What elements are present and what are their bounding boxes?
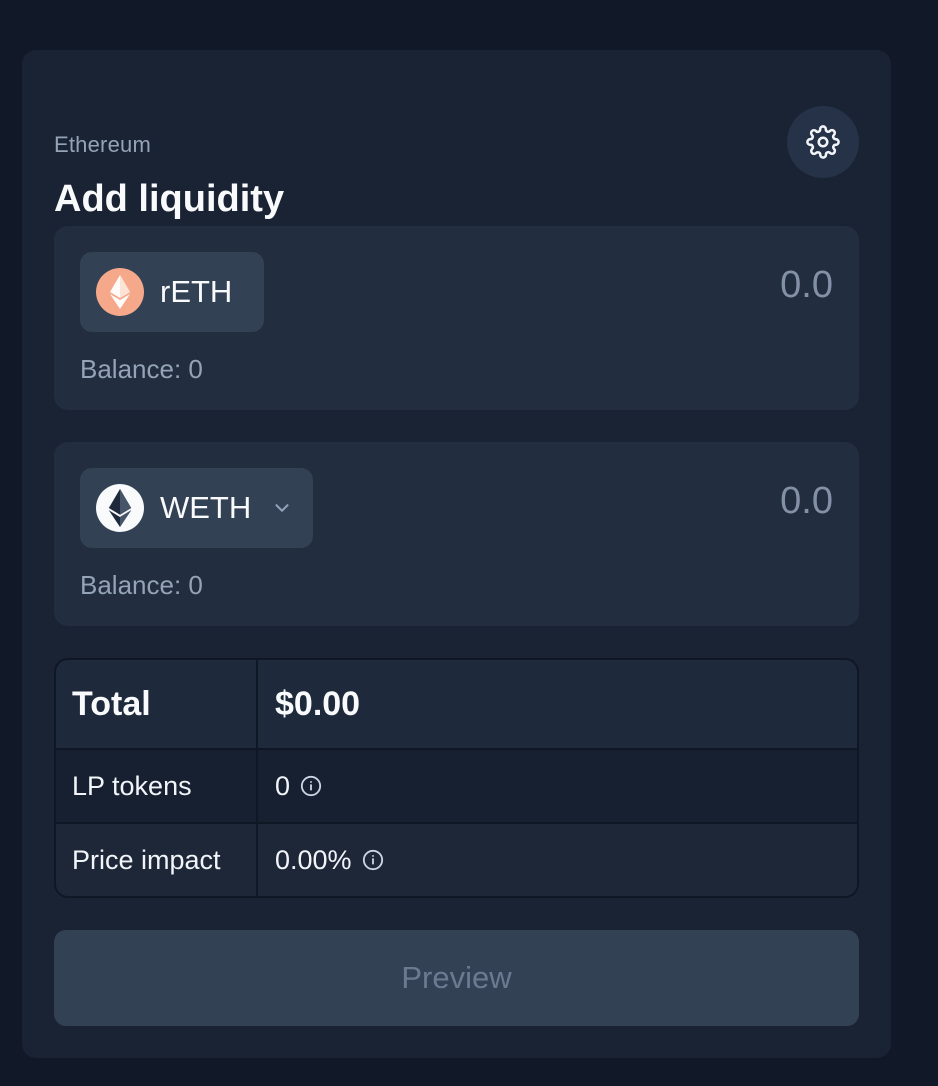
weth-token-icon xyxy=(96,484,144,532)
price-impact-label: Price impact xyxy=(56,824,258,896)
balance-label: Balance: 0 xyxy=(80,570,203,600)
token-input-weth: WETH Balance: 0 xyxy=(54,442,859,626)
preview-button[interactable]: Preview xyxy=(54,930,859,1026)
add-liquidity-card: Ethereum Add liquidity rETH Balance: 0 xyxy=(22,50,891,1058)
info-icon[interactable] xyxy=(300,775,322,797)
page-title: Add liquidity xyxy=(54,178,285,220)
token-input-reth: rETH Balance: 0 xyxy=(54,226,859,410)
lp-tokens-row: LP tokens 0 xyxy=(56,750,857,824)
lp-tokens-cell: 0 xyxy=(258,750,857,822)
total-value: $0.00 xyxy=(275,684,361,723)
settings-button[interactable] xyxy=(787,106,859,178)
gear-icon xyxy=(806,125,840,159)
amount-input-reth[interactable] xyxy=(533,264,833,307)
lp-tokens-value: 0 xyxy=(275,770,291,801)
price-impact-value: 0.00% xyxy=(275,844,352,875)
total-label: Total xyxy=(56,660,258,748)
price-impact-row: Price impact 0.00% xyxy=(56,824,857,896)
reth-token-icon xyxy=(96,268,144,316)
balance-label: Balance: 0 xyxy=(80,354,203,384)
info-icon[interactable] xyxy=(362,849,384,871)
token-symbol: WETH xyxy=(160,490,252,525)
token-symbol: rETH xyxy=(160,274,233,309)
token-select-reth[interactable]: rETH xyxy=(80,252,265,332)
price-impact-cell: 0.00% xyxy=(258,824,857,896)
total-row: Total $0.00 xyxy=(56,660,857,750)
lp-tokens-label: LP tokens xyxy=(56,750,258,822)
chevron-down-icon xyxy=(271,497,293,519)
amount-input-weth[interactable] xyxy=(533,480,833,523)
token-select-weth[interactable]: WETH xyxy=(80,468,314,548)
summary-table: Total $0.00 LP tokens 0 Price impact 0.0… xyxy=(54,658,859,898)
network-label: Ethereum xyxy=(54,132,151,157)
